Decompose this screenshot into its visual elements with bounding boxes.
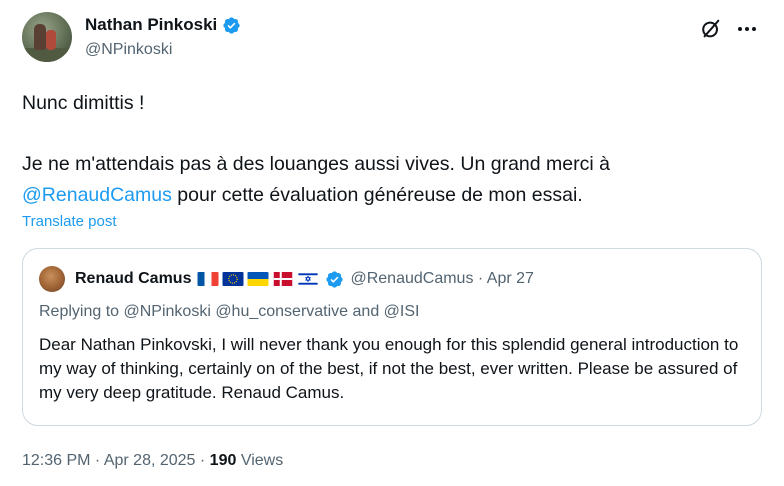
tweet-meta: 12:36 PM · Apr 28, 2025 · 190 Views: [22, 452, 283, 470]
flag-eu-icon: [222, 272, 244, 286]
grok-icon[interactable]: [700, 18, 722, 40]
tweet-timestamp[interactable]: 12:36 PM · Apr 28, 2025 ·: [22, 452, 210, 469]
mention-link[interactable]: @RenaudCamus: [22, 184, 172, 206]
quote-verified-badge-icon: [326, 270, 344, 288]
tweet-text: Nunc dimittis ! Je ne m'attendais pas à …: [22, 88, 762, 211]
flag-france-icon: [197, 272, 219, 286]
flag-denmark-icon: [274, 272, 293, 286]
verified-badge-icon: [223, 16, 240, 34]
author-name[interactable]: Nathan Pinkoski: [85, 15, 217, 35]
tweet-header: Nathan Pinkoski @NPinkoski: [22, 12, 762, 68]
tweet-line-2: Je ne m'attendais pas à des louanges aus…: [22, 149, 762, 211]
quote-author-avatar[interactable]: [39, 266, 65, 292]
author-avatar[interactable]: [22, 12, 72, 62]
views-count: 190: [209, 452, 237, 469]
quote-header: Renaud Camus @RenaudCamus · Apr 27: [39, 266, 534, 292]
flag-ukraine-icon: [247, 272, 269, 286]
quote-author-name[interactable]: Renaud Camus: [75, 270, 191, 288]
flag-israel-icon: [298, 272, 319, 286]
tweet-line-2-rest: pour cette évaluation généreuse de mon e…: [171, 184, 583, 206]
quote-text: Dear Nathan Pinkovski, I will never than…: [39, 335, 739, 402]
author-name-row[interactable]: Nathan Pinkoski: [85, 15, 241, 35]
tweet-line-2-text: Je ne m'attendais pas à des louanges aus…: [22, 153, 610, 175]
author-handle[interactable]: @NPinkoski: [85, 41, 172, 59]
more-options-icon[interactable]: [736, 18, 758, 40]
translate-post-link[interactable]: Translate post: [22, 213, 117, 230]
quote-handle-date[interactable]: @RenaudCamus · Apr 27: [350, 270, 533, 288]
tweet-line-1: Nunc dimittis !: [22, 92, 145, 114]
quoted-tweet[interactable]: Renaud Camus @RenaudCamus · Apr 27 Reply…: [22, 248, 762, 426]
views-label: Views: [236, 452, 284, 469]
quote-replying-to: Replying to @NPinkoski @hu_conservative …: [39, 303, 420, 320]
